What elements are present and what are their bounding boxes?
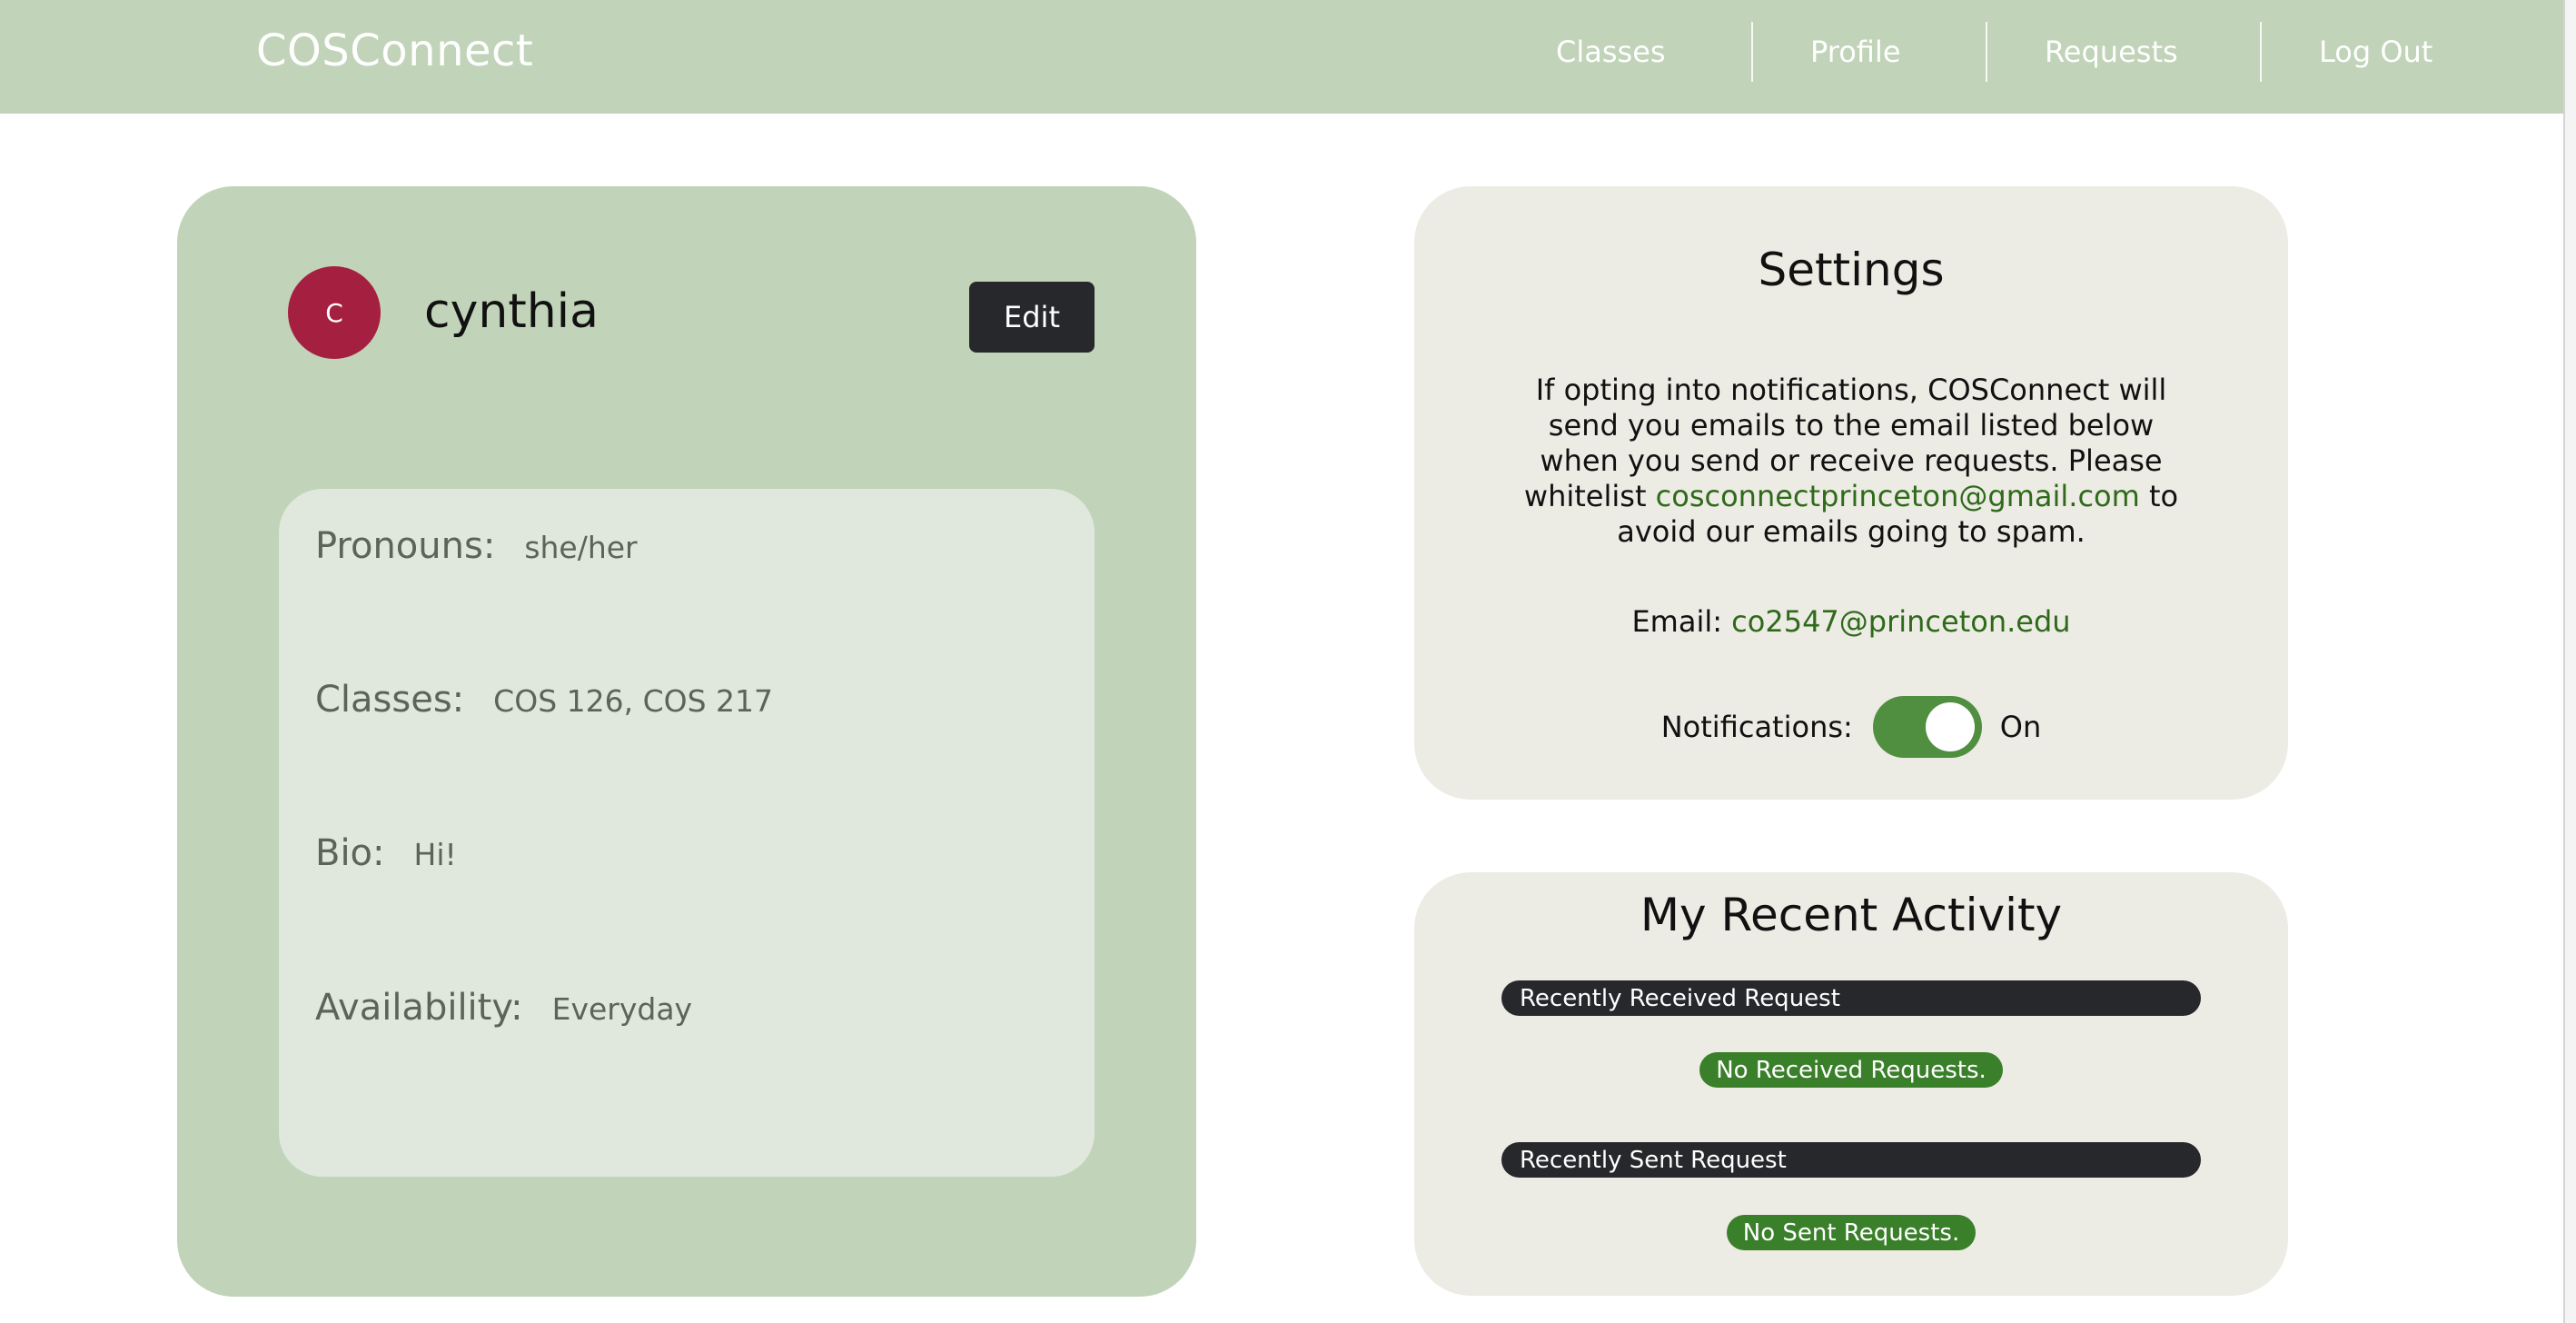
bio-value: Hi!	[413, 837, 457, 872]
notifications-row: Notifications: On	[1414, 695, 2288, 759]
notifications-label: Notifications:	[1660, 710, 1853, 744]
pronouns-row: Pronouns: she/her	[315, 525, 638, 567]
availability-label: Availability:	[315, 987, 523, 1029]
notifications-state: On	[1999, 710, 2042, 744]
email-line: Email: co2547@princeton.edu	[1414, 604, 2288, 639]
nav-link-requests[interactable]: Requests	[2045, 35, 2178, 69]
bio-row: Bio: Hi!	[315, 832, 457, 874]
received-empty-wrap: No Received Requests.	[1414, 1052, 2288, 1088]
no-sent-requests-badge: No Sent Requests.	[1726, 1215, 1977, 1250]
recent-activity-card: My Recent Activity Recently Received Req…	[1414, 872, 2288, 1296]
bio-label: Bio:	[315, 832, 385, 874]
nav-divider	[1751, 22, 1753, 82]
profile-username: cynthia	[424, 284, 599, 339]
avatar: C	[288, 266, 381, 359]
classes-row: Classes: COS 126, COS 217	[315, 679, 773, 721]
nav-link-classes[interactable]: Classes	[1556, 35, 1666, 69]
profile-card: C cynthia Edit Pronouns: she/her Classes…	[177, 186, 1196, 1297]
email-label: Email:	[1631, 604, 1722, 639]
notifications-toggle[interactable]	[1872, 696, 1982, 758]
profile-info-box: Pronouns: she/her Classes: COS 126, COS …	[279, 489, 1095, 1177]
nav-link-logout[interactable]: Log Out	[2319, 35, 2432, 69]
sent-request-header: Recently Sent Request	[1501, 1142, 2201, 1178]
availability-row: Availability: Everyday	[315, 987, 692, 1029]
toggle-knob	[1925, 702, 1975, 751]
top-navbar: COSConnect Classes Profile Requests Log …	[0, 0, 2563, 114]
edit-profile-button[interactable]: Edit	[969, 282, 1095, 353]
sent-empty-wrap: No Sent Requests.	[1414, 1215, 2288, 1250]
activity-title: My Recent Activity	[1640, 889, 2063, 941]
pronouns-value: she/her	[524, 530, 638, 565]
pronouns-label: Pronouns:	[315, 525, 496, 567]
settings-card: Settings If opting into notifications, C…	[1414, 186, 2288, 800]
user-email-link[interactable]: co2547@princeton.edu	[1731, 604, 2070, 639]
classes-value: COS 126, COS 217	[493, 683, 774, 719]
nav-link-profile[interactable]: Profile	[1810, 35, 1901, 69]
availability-value: Everyday	[551, 991, 693, 1027]
nav-divider	[2260, 22, 2262, 82]
received-request-header: Recently Received Request	[1501, 980, 2201, 1016]
whitelist-email-link[interactable]: cosconnectprinceton@gmail.com	[1656, 479, 2140, 513]
classes-label: Classes:	[315, 679, 465, 721]
settings-description: If opting into notifications, COSConnect…	[1505, 373, 2197, 550]
brand-logo-link[interactable]: COSConnect	[256, 25, 533, 76]
no-received-requests-badge: No Received Requests.	[1699, 1052, 2003, 1088]
page-scrollbar[interactable]	[2563, 0, 2576, 1323]
settings-title: Settings	[1758, 244, 1945, 296]
nav-divider	[1986, 22, 1987, 82]
